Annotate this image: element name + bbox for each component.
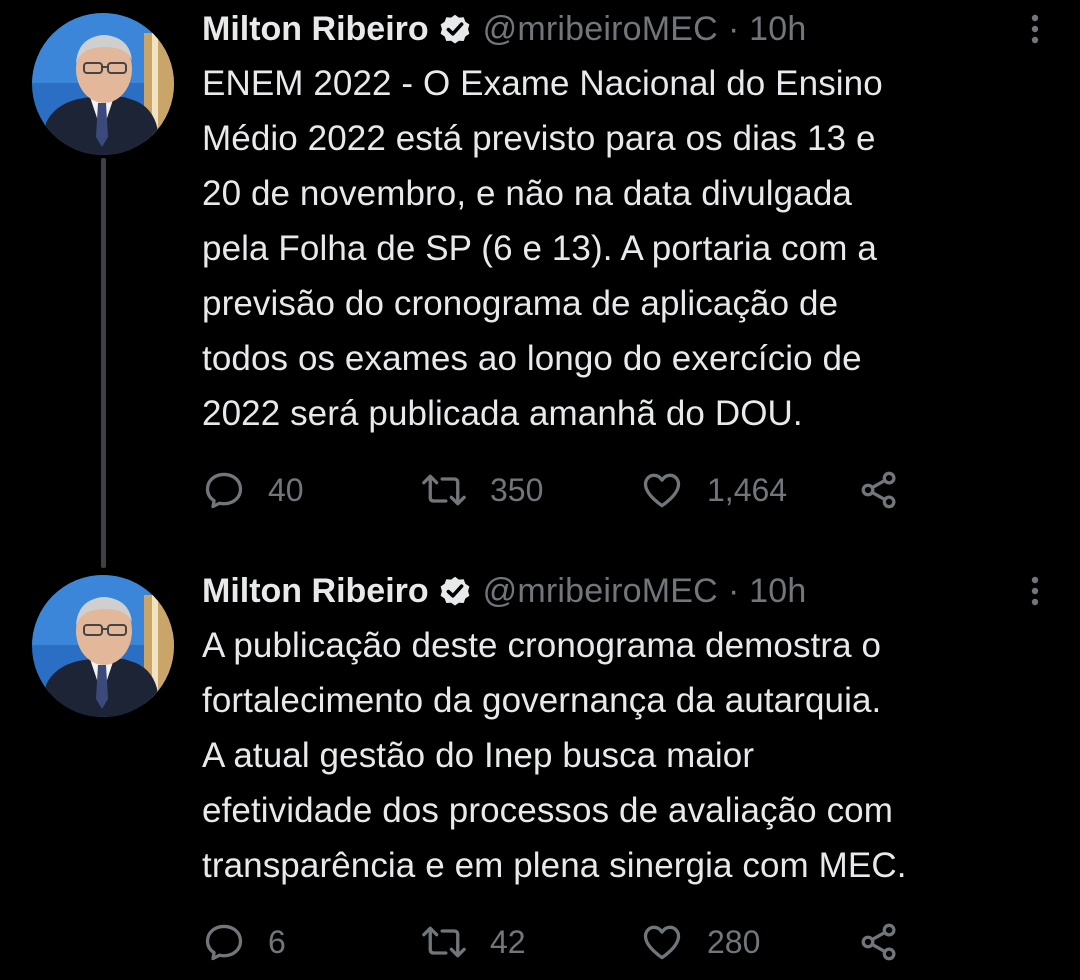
share-icon bbox=[861, 923, 896, 961]
reply-count: 40 bbox=[268, 471, 304, 508]
share-button[interactable] bbox=[857, 465, 901, 515]
reply-bubble-icon bbox=[205, 924, 243, 961]
tweet-timestamp[interactable]: · 10h bbox=[728, 572, 807, 611]
tweet-text: A publicação deste cronograma demostra o… bbox=[202, 626, 907, 885]
retweet-count: 350 bbox=[490, 471, 544, 508]
reply-button[interactable]: 6 bbox=[202, 917, 286, 967]
retweet-arrows-icon bbox=[422, 926, 466, 958]
share-icon bbox=[861, 471, 896, 509]
tweet-header: Milton Ribeiro @mribeiroMEC · 10h bbox=[202, 571, 1050, 611]
retweet-button[interactable]: 350 bbox=[420, 465, 543, 515]
like-button[interactable]: 280 bbox=[639, 917, 760, 967]
tweet-timestamp[interactable]: · 10h bbox=[728, 10, 807, 49]
retweet-arrows-icon bbox=[422, 474, 466, 506]
verified-badge-icon bbox=[440, 14, 470, 44]
like-button[interactable]: 1,464 bbox=[639, 465, 787, 515]
verified-badge-icon bbox=[440, 576, 470, 606]
like-count: 280 bbox=[707, 923, 761, 960]
retweet-count: 42 bbox=[490, 923, 526, 960]
heart-icon bbox=[643, 473, 681, 508]
more-vertical-icon[interactable] bbox=[1020, 9, 1050, 49]
more-vertical-icon[interactable] bbox=[1020, 571, 1050, 611]
tweet-1[interactable]: Milton Ribeiro @mribeiroMEC · 10h ENEM 2… bbox=[0, 0, 1080, 560]
tweet-header: Milton Ribeiro @mribeiroMEC · 10h bbox=[202, 9, 1050, 49]
heart-icon bbox=[643, 925, 681, 960]
author-name[interactable]: Milton Ribeiro bbox=[202, 572, 429, 611]
author-handle[interactable]: @mribeiroMEC bbox=[483, 10, 718, 49]
retweet-button[interactable]: 42 bbox=[420, 917, 526, 967]
author-name[interactable]: Milton Ribeiro bbox=[202, 10, 429, 49]
like-count: 1,464 bbox=[707, 471, 788, 508]
reply-button[interactable]: 40 bbox=[202, 465, 304, 515]
tweet-actions: 40 350 1,464 bbox=[202, 465, 922, 515]
tweet-text: ENEM 2022 - O Exame Nacional do Ensino M… bbox=[202, 64, 883, 433]
avatar[interactable] bbox=[32, 13, 174, 155]
author-handle[interactable]: @mribeiroMEC bbox=[483, 572, 718, 611]
reply-bubble-icon bbox=[205, 472, 243, 509]
share-button[interactable] bbox=[857, 917, 901, 967]
avatar[interactable] bbox=[32, 575, 174, 717]
tweet-actions: 6 42 280 bbox=[202, 917, 922, 967]
reply-count: 6 bbox=[268, 923, 286, 960]
tweet-2[interactable]: Milton Ribeiro @mribeiroMEC · 10h A publ… bbox=[0, 560, 1080, 980]
